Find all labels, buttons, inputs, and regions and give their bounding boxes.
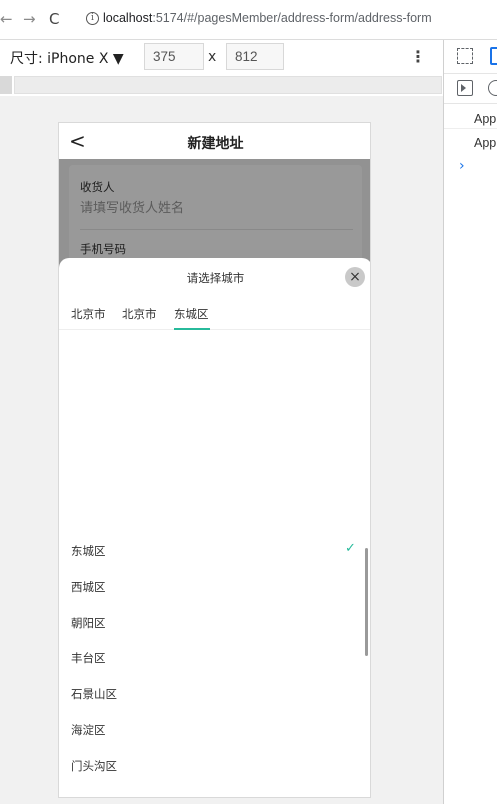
console-row: App (474, 112, 497, 126)
district-option[interactable]: 东城区 (71, 543, 106, 559)
page-header: < 新建地址 (59, 123, 370, 159)
picker-title: 请选择城市 (186, 271, 245, 285)
clear-console-icon[interactable] (488, 80, 497, 96)
device-select[interactable]: 尺寸: iPhone X ▼ (10, 48, 124, 68)
picker-tabs: 北京市 北京市 东城区 (59, 300, 370, 330)
browser-address-bar: ← → C i localhost:5174/#/pagesMember/add… (0, 0, 497, 40)
district-option[interactable]: 石景山区 (71, 686, 117, 702)
device-toggle-icon[interactable] (490, 47, 497, 65)
tab-city[interactable]: 北京市 (122, 306, 157, 322)
forward-arrow-icon[interactable]: → (23, 10, 36, 28)
district-option[interactable]: 朝阳区 (71, 615, 106, 631)
page-title: 新建地址 (187, 136, 244, 152)
district-option[interactable]: 海淀区 (71, 722, 106, 738)
more-options-icon[interactable]: ⋮ (410, 47, 426, 66)
inspect-element-icon[interactable] (457, 48, 473, 64)
tab-province[interactable]: 北京市 (71, 306, 106, 322)
url-field[interactable]: localhost:5174/#/pagesMember/address-for… (103, 11, 432, 25)
url-host: localhost (103, 11, 153, 25)
sidebar-toggle-icon[interactable] (457, 80, 473, 96)
console-prompt-icon[interactable]: › (459, 158, 465, 174)
close-icon[interactable]: × (345, 267, 365, 287)
device-toolbar: 尺寸: iPhone X ▼ 375 x 812 ⋮ (0, 40, 443, 74)
city-picker-sheet: 请选择城市 × 北京市 北京市 东城区 东城区 ✓ 西城区朝阳区丰台区石景山区海淀区… (59, 258, 370, 797)
scrollbar[interactable] (365, 548, 368, 656)
height-input[interactable]: 812 (226, 43, 284, 70)
tab-district[interactable]: 东城区 (174, 306, 209, 322)
console-divider (444, 128, 497, 129)
phone-viewport: < 新建地址 收货人 请填写收货人姓名 手机号码 请选择城市 × 北京市 北京市… (58, 122, 371, 798)
dimension-times: x (208, 49, 217, 65)
site-info-icon[interactable]: i (86, 12, 99, 25)
media-query-ruler (0, 74, 443, 96)
ruler-bar (14, 76, 442, 94)
district-option[interactable]: 西城区 (71, 579, 106, 595)
reload-icon[interactable]: C (49, 10, 59, 28)
width-input[interactable]: 375 (144, 43, 204, 70)
active-tab-indicator (174, 328, 210, 330)
district-option[interactable]: 门头沟区 (71, 758, 117, 774)
back-arrow-icon[interactable]: ← (0, 10, 13, 28)
devtools-panel: App App › (443, 40, 497, 804)
selected-check-icon: ✓ (345, 541, 356, 556)
url-path: :5174/#/pagesMember/address-form/address… (152, 11, 432, 25)
district-option[interactable]: 丰台区 (71, 650, 106, 666)
console-row: App (474, 136, 497, 150)
ruler-left-segment (0, 76, 12, 94)
